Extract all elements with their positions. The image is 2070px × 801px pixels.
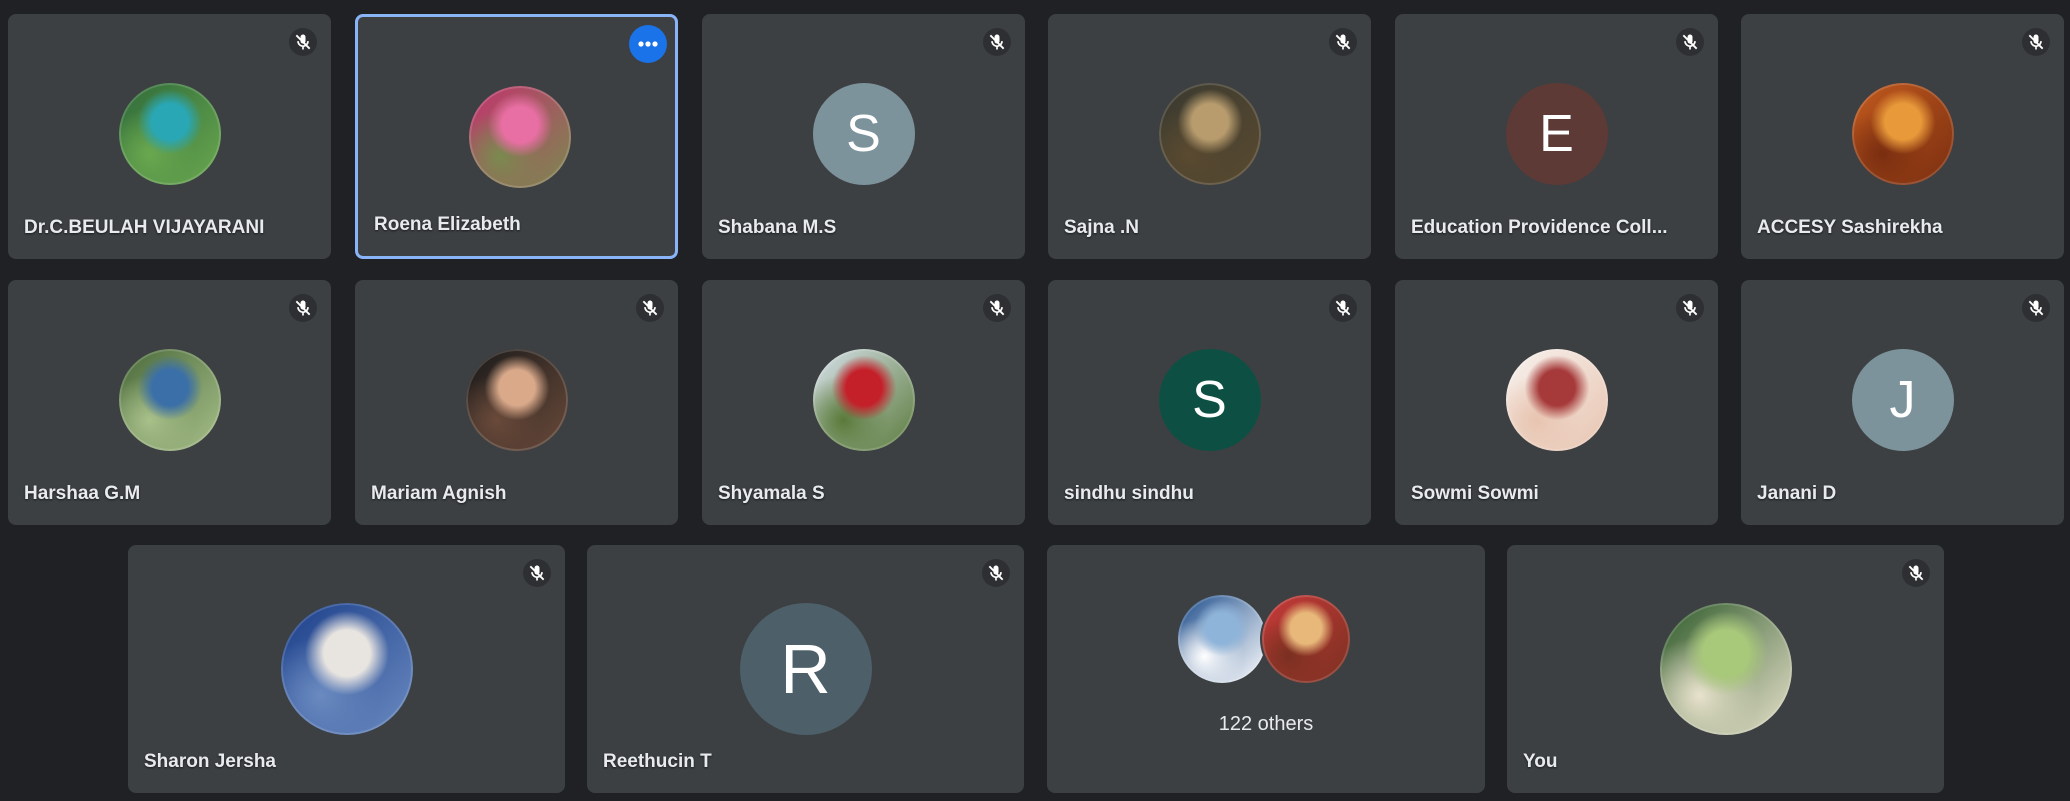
avatar-photo: [812, 349, 915, 451]
avatar-photo: [280, 603, 413, 735]
participant-tile-sowmi-sowmi[interactable]: Sowmi Sowmi: [1395, 280, 1718, 525]
participant-tile-reethucin-t[interactable]: R Reethucin T: [587, 545, 1024, 793]
avatar-photo: [465, 349, 568, 451]
mic-off-icon: [2022, 28, 2050, 56]
others-avatar: [1176, 593, 1268, 685]
participant-name: Shabana M.S: [718, 217, 837, 238]
participant-name: Sharon Jersha: [144, 751, 276, 772]
more-options-icon[interactable]: [629, 25, 667, 63]
participant-name: Reethucin T: [603, 751, 712, 772]
avatar-photo: [1659, 603, 1792, 735]
participant-tile-sharon-jersha[interactable]: Sharon Jersha: [128, 545, 565, 793]
participant-name: Sowmi Sowmi: [1411, 483, 1539, 504]
participant-name: ACCESY Sashirekha: [1757, 217, 1943, 238]
participant-tile-sindhu-sindhu[interactable]: Ssindhu sindhu: [1048, 280, 1371, 525]
others-count-label: 122 others: [1218, 713, 1314, 735]
mic-off-icon: [1676, 294, 1704, 322]
participant-tile-janani-d[interactable]: J Janani D: [1741, 280, 2064, 525]
avatar-initial: S: [1158, 349, 1261, 451]
avatar-photo: [1851, 83, 1954, 185]
participant-tile-sajna-n[interactable]: Sajna .N: [1048, 14, 1371, 259]
avatar-photo: [468, 86, 571, 188]
others-tile[interactable]: 122 others: [1047, 545, 1485, 793]
participant-tile-you[interactable]: You: [1507, 545, 1944, 793]
participant-tile-mariam-agnish[interactable]: Mariam Agnish: [355, 280, 678, 525]
others-avatar: [1260, 593, 1352, 685]
participant-name: Mariam Agnish: [371, 483, 507, 504]
mic-off-icon: [523, 559, 551, 587]
avatar-photo: [118, 349, 221, 451]
participant-name: You: [1523, 751, 1558, 772]
avatar-photo: [1505, 349, 1608, 451]
participant-name: sindhu sindhu: [1064, 483, 1194, 504]
participant-tile-education-providence-coll[interactable]: E Education Providence Coll...: [1395, 14, 1718, 259]
mic-off-icon: [289, 28, 317, 56]
mic-off-icon: [2022, 294, 2050, 322]
avatar-photo: [1158, 83, 1261, 185]
participant-tile-shabana-m-s[interactable]: S Shabana M.S: [702, 14, 1025, 259]
participant-name: Shyamala S: [718, 483, 825, 504]
participant-name: Education Providence Coll...: [1411, 217, 1668, 238]
mic-off-icon: [983, 28, 1011, 56]
mic-off-icon: [1329, 294, 1357, 322]
participant-tile-harshaa-g-m[interactable]: Harshaa G.M: [8, 280, 331, 525]
participant-name: Roena Elizabeth: [374, 214, 521, 235]
mic-off-icon: [983, 294, 1011, 322]
participant-tile-accesy-sashirekha[interactable]: ACCESY Sashirekha: [1741, 14, 2064, 259]
mic-off-icon: [636, 294, 664, 322]
mic-off-icon: [289, 294, 317, 322]
participant-name: Harshaa G.M: [24, 483, 141, 504]
participant-tile-dr-c-beulah-vijayarani[interactable]: Dr.C.BEULAH VIJAYARANI: [8, 14, 331, 259]
mic-off-icon: [1676, 28, 1704, 56]
participant-name: Dr.C.BEULAH VIJAYARANI: [24, 217, 265, 238]
participant-tile-shyamala-s[interactable]: Shyamala S: [702, 280, 1025, 525]
mic-off-icon: [1329, 28, 1357, 56]
participant-name: Sajna .N: [1064, 217, 1139, 238]
participant-name: Janani D: [1757, 483, 1837, 504]
mic-off-icon: [1902, 559, 1930, 587]
avatar-initial: J: [1851, 349, 1954, 451]
mic-off-icon: [982, 559, 1010, 587]
avatar-photo: [118, 83, 221, 185]
avatar-initial: R: [739, 603, 872, 735]
avatar-initial: S: [812, 83, 915, 185]
avatar-initial: E: [1505, 83, 1608, 185]
participant-tile-roena-elizabeth[interactable]: Roena Elizabeth: [355, 14, 678, 259]
